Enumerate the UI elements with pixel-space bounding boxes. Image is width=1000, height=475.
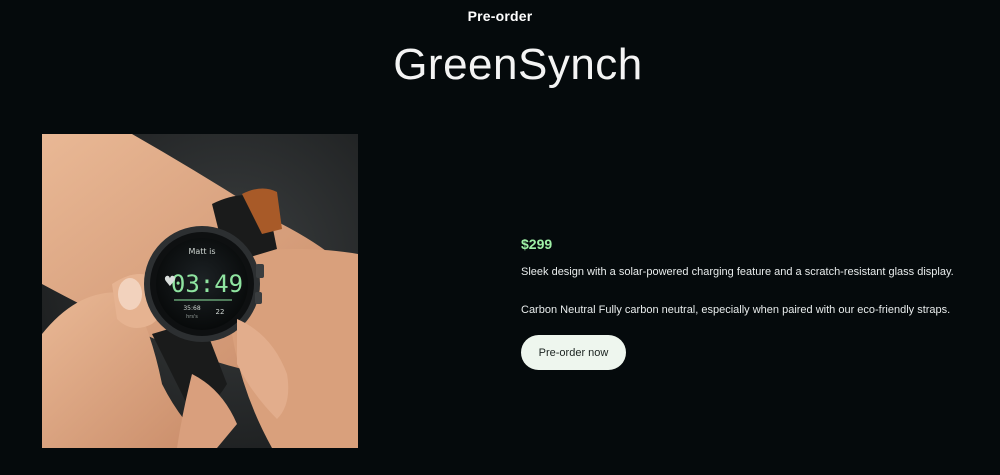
watch-time: 03:49	[171, 270, 243, 298]
product-feature: Carbon Neutral Fully carbon neutral, esp…	[521, 304, 951, 316]
product-page: Pre-order GreenSynch Matt is 03:49 ♥ 35:…	[0, 0, 1000, 475]
product-price: $299	[521, 236, 553, 252]
svg-text:♥: ♥	[164, 274, 177, 290]
preorder-button[interactable]: Pre-order now	[521, 335, 626, 370]
product-details: $299 Sleek design with a solar-powered c…	[521, 236, 981, 370]
product-description: Sleek design with a solar-powered chargi…	[521, 266, 954, 278]
watch-stat-right: 22	[216, 308, 225, 316]
product-image: Matt is 03:49 ♥ 35:68 hrs's 22	[42, 134, 358, 448]
page-title: GreenSynch	[393, 40, 643, 89]
watch-stat-left: 35:68	[183, 305, 200, 312]
eyebrow-label: Pre-order	[467, 8, 533, 24]
watch-brand: Matt is	[188, 247, 215, 256]
watch-stat-left-sub: hrs's	[186, 314, 198, 320]
